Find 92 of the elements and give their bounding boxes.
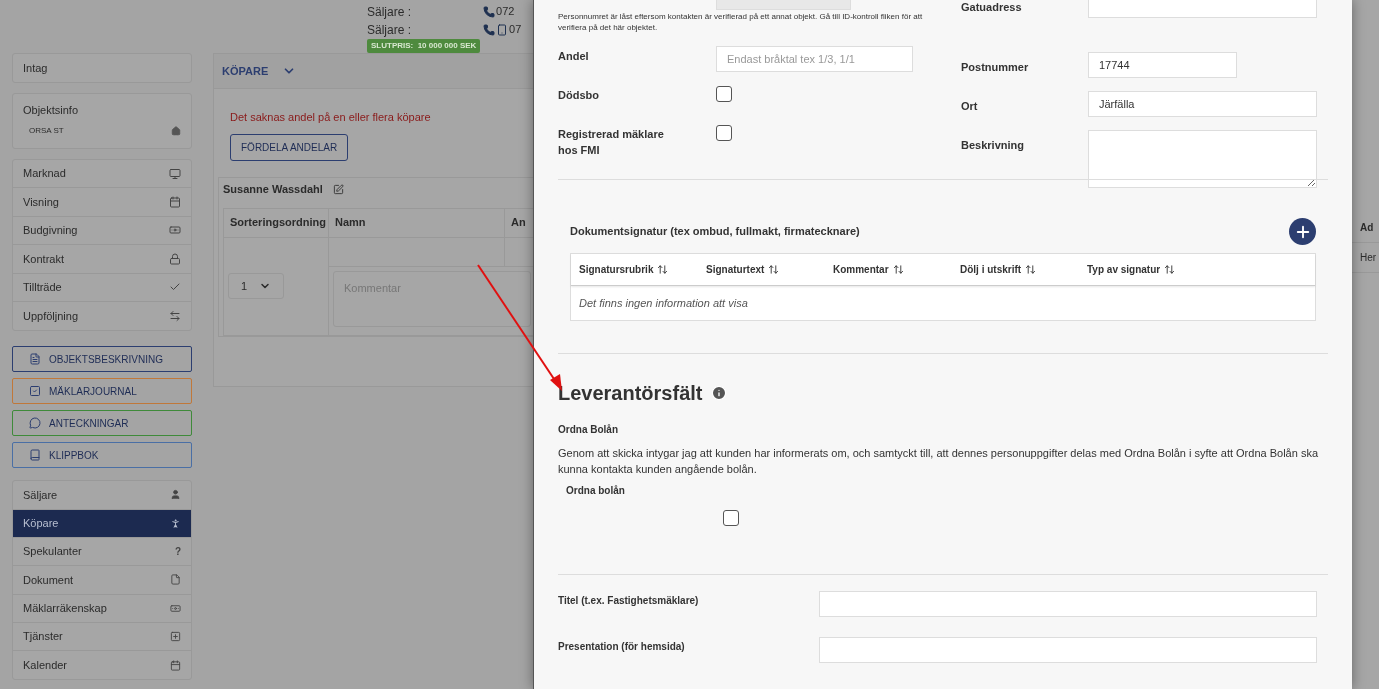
field-label: Dödsbo xyxy=(558,88,600,103)
field-label: Ort xyxy=(961,99,979,114)
panel-title: KÖPARE xyxy=(222,63,269,79)
book-icon xyxy=(29,449,41,462)
phone-icon xyxy=(483,5,496,18)
field-label: Andel xyxy=(558,49,590,64)
sidebar-item[interactable]: Budgivning xyxy=(13,216,191,246)
column-header: Sorteringsordning xyxy=(224,208,329,238)
subsection-title: Ordna Bolån xyxy=(558,423,619,437)
sidebar-item[interactable]: Kalender xyxy=(13,651,191,680)
sort-icon xyxy=(892,264,904,275)
lock-notice: Personnumret är låst eftersom kontakten är verifierad på ett annat objekt. Gå till ID-kontroll fliken för att verifiera på det här objektet. xyxy=(558,11,923,33)
checkbox-icon xyxy=(29,385,41,398)
seller-label: Säljare : xyxy=(367,3,412,21)
section-title: Dokumentsignatur (tex ombud, fullmakt, firmatecknare) xyxy=(570,224,860,240)
lock-icon xyxy=(169,252,181,265)
field-label: Postnummer xyxy=(961,60,1030,75)
sidebar-item[interactable]: Tillträde xyxy=(13,273,191,302)
text-field[interactable] xyxy=(819,637,1317,663)
phone-number: 07 xyxy=(509,22,522,38)
column-header[interactable]: Signaturtext xyxy=(706,262,833,277)
sidebar-button[interactable]: ANTECKNINGAR xyxy=(12,410,192,437)
info-icon[interactable] xyxy=(710,385,727,401)
checkbox-label: Ordna bolån xyxy=(566,484,626,498)
text-field[interactable]: Järfälla xyxy=(1088,91,1317,117)
field-label: Registrerad mäklare hos FMI xyxy=(558,127,665,158)
sidebar-item[interactable]: Köpare xyxy=(13,509,191,538)
buyer-name: Susanne Wassdahl xyxy=(223,182,323,198)
person-icon xyxy=(170,489,181,501)
sidebar-item[interactable]: Tjänster xyxy=(13,622,191,652)
sidebar-item[interactable]: Dokument xyxy=(13,566,191,595)
checkbox[interactable] xyxy=(716,125,732,141)
phone-icon xyxy=(483,23,496,36)
sort-icon xyxy=(768,264,780,275)
add-button[interactable] xyxy=(1289,218,1316,245)
arrows-icon xyxy=(169,310,181,323)
final-price-badge: SLUTPRIS: 10 000 000 SEK xyxy=(367,39,481,53)
cut-off-text: Her xyxy=(1360,251,1377,265)
standing-person-icon xyxy=(170,517,181,529)
column-header[interactable]: Typ av signatur xyxy=(1087,262,1214,277)
sidebar-item[interactable]: Säljare xyxy=(13,481,191,510)
chat-bubble-icon xyxy=(29,417,41,430)
text-field[interactable] xyxy=(819,591,1317,617)
mobile-phone-icon xyxy=(496,23,509,36)
field-label: Gatuadress xyxy=(961,0,1023,15)
sidebar-button[interactable]: KLIPPBOK xyxy=(12,442,192,469)
empty-message: Det finns ingen information att visa xyxy=(578,295,749,311)
monitor-icon xyxy=(169,167,181,180)
checkbox[interactable] xyxy=(723,510,739,526)
seller-label: Säljare : xyxy=(367,21,412,39)
field-label: Titel (t.ex. Fastighetsmäklare) xyxy=(558,594,700,608)
sidebar-button[interactable]: OBJEKTSBESKRIVNING xyxy=(12,346,192,373)
column-header: Namn xyxy=(329,208,505,238)
banknote-icon xyxy=(170,602,181,614)
edit-icon[interactable] xyxy=(332,184,344,195)
sidebar-item[interactable]: Mäklarräkenskap xyxy=(13,594,191,623)
phone-number: 072 xyxy=(496,4,515,20)
sidebar-item[interactable]: Kontrakt xyxy=(13,245,191,274)
object-info-title: Objektsinfo xyxy=(23,103,80,118)
field-label: Presentation (för hemsida) xyxy=(558,640,686,654)
field-label: Beskrivning xyxy=(961,138,1025,153)
column-header[interactable]: Kommentar xyxy=(833,262,960,277)
warning-text: Det saknas andel på en eller flera köpare xyxy=(230,110,432,125)
consent-text: Genom att skicka intygar jag att kunden har informerats om, och samtyckt till, att dennes personuppgifter delas med Ordna Bolån i syfte att Ordna Bolån ska kunna kontakta kunden angående bolån. xyxy=(558,446,1319,477)
sidebar-item[interactable]: Spekulanter ? xyxy=(13,537,191,567)
document-icon xyxy=(29,353,41,366)
sidebar-item[interactable]: Marknad xyxy=(13,160,191,189)
calendar-icon xyxy=(169,196,181,209)
question-icon: ? xyxy=(174,544,181,560)
text-field[interactable]: 17744 xyxy=(1088,52,1237,78)
text-field[interactable]: Endast bråktal tex 1/3, 1/1 xyxy=(716,46,913,72)
order-select[interactable]: 1 xyxy=(228,273,284,299)
column-header[interactable]: Signatursrubrik xyxy=(579,262,706,277)
home-icon xyxy=(171,125,181,136)
banknote-icon xyxy=(169,224,181,237)
sort-icon xyxy=(1164,264,1176,275)
description-field[interactable] xyxy=(1088,130,1317,188)
document-icon xyxy=(170,574,181,586)
distribute-shares-button[interactable]: FÖRDELA ANDELAR xyxy=(230,133,349,161)
sort-icon xyxy=(657,264,669,275)
sidebar-item[interactable]: Visning xyxy=(13,188,191,217)
calendar-icon xyxy=(170,659,181,671)
sidebar-button[interactable]: MÄKLARJOURNAL xyxy=(12,378,192,405)
cut-off-text: Ad xyxy=(1360,221,1374,235)
section-heading: Leverantörsfält xyxy=(558,381,703,406)
plus-square-icon xyxy=(170,630,181,642)
sidebar-item[interactable]: Uppföljning xyxy=(13,301,191,331)
sidebar-item[interactable]: Intag xyxy=(12,53,192,83)
checkbox[interactable] xyxy=(716,86,732,102)
column-header[interactable]: Dölj i utskrift xyxy=(960,262,1087,277)
object-address: ORSA ST xyxy=(29,124,64,137)
sort-icon xyxy=(1025,264,1037,275)
